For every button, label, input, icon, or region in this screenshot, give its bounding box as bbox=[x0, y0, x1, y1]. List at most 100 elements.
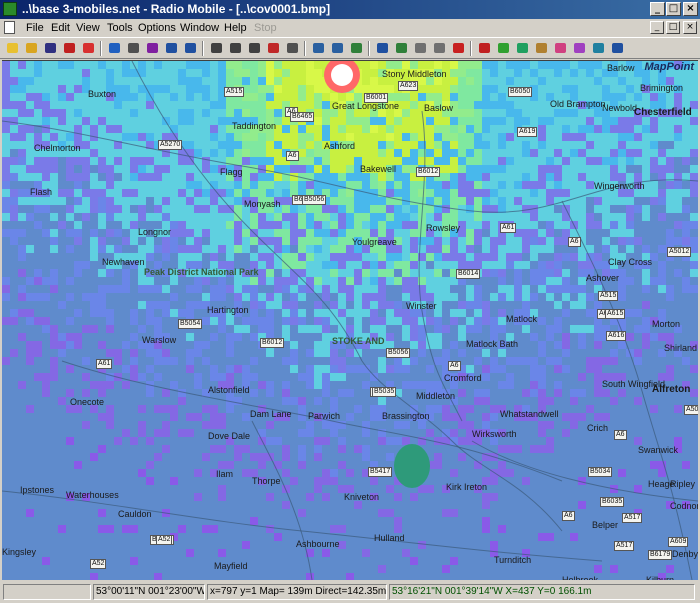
child-minimize-button[interactable]: _ bbox=[650, 21, 664, 34]
coverage-map[interactable]: MapPoint Stony Middleton Barlow Brimington… bbox=[2, 60, 698, 580]
close-button[interactable]: × bbox=[683, 2, 698, 16]
place-label: Onecote bbox=[70, 397, 105, 407]
globe-icon[interactable] bbox=[106, 40, 123, 56]
place-label: Waterhouses bbox=[66, 490, 119, 500]
place-label: Belper bbox=[592, 520, 619, 530]
place-label: Hartington bbox=[207, 305, 249, 315]
menu-options[interactable]: Options bbox=[138, 22, 176, 34]
radio-coverage-icon[interactable] bbox=[495, 40, 512, 56]
place-label: Kingsley bbox=[2, 547, 37, 557]
menu-file[interactable]: File bbox=[26, 22, 44, 34]
place-label: Cauldon bbox=[118, 509, 152, 519]
place-label: Stony Middleton bbox=[382, 69, 447, 79]
road-marker: A619 bbox=[517, 127, 538, 137]
place-label: Barlow bbox=[607, 63, 635, 73]
menu-help[interactable]: Help bbox=[224, 22, 247, 34]
road-marker: A61 bbox=[500, 223, 517, 233]
colour-palette-icon[interactable] bbox=[552, 40, 569, 56]
arrow-left-icon[interactable] bbox=[163, 40, 180, 56]
minimize-button[interactable]: _ bbox=[650, 2, 665, 16]
place-label: Hulland bbox=[374, 533, 405, 543]
menu-stop[interactable]: Stop bbox=[254, 22, 277, 34]
road-marker: A623 bbox=[398, 81, 419, 91]
copy-icon[interactable] bbox=[310, 40, 327, 56]
chart-icon[interactable] bbox=[590, 40, 607, 56]
place-label: Matlock Bath bbox=[466, 339, 519, 349]
new-folder-icon[interactable] bbox=[4, 40, 21, 56]
place-label: Wingerworth bbox=[594, 181, 645, 191]
place-label: Youlgreave bbox=[352, 237, 397, 247]
printer-icon[interactable] bbox=[284, 40, 301, 56]
polar-coverage-icon[interactable] bbox=[514, 40, 531, 56]
place-label: Clay Cross bbox=[608, 257, 653, 267]
road-marker: A609 bbox=[668, 537, 689, 547]
menu-view[interactable]: View bbox=[76, 22, 100, 34]
equalizer-icon[interactable] bbox=[609, 40, 626, 56]
status-bar: 53°00'11"N 001°23'00"W x=797 y=1 Map= 13… bbox=[0, 581, 700, 603]
maximize-button[interactable]: □ bbox=[666, 2, 681, 16]
picture-icon[interactable] bbox=[208, 40, 225, 56]
place-label: Cromford bbox=[444, 373, 482, 383]
document-icon[interactable] bbox=[4, 21, 15, 34]
toolbar-separator bbox=[304, 41, 306, 56]
place-label: Peak District National Park bbox=[144, 267, 259, 277]
place-label: Longnor bbox=[138, 227, 172, 237]
place-label: Dam Lane bbox=[250, 409, 292, 419]
window-title: ..\base 3-mobiles.net - Radio Mobile - [… bbox=[22, 2, 331, 16]
picture-alt-icon[interactable] bbox=[227, 40, 244, 56]
place-label: Dove Dale bbox=[208, 431, 251, 441]
place-label: Chesterfield bbox=[634, 107, 692, 118]
radio-link-icon[interactable] bbox=[476, 40, 493, 56]
road-marker: A6 bbox=[614, 430, 627, 440]
paste-icon[interactable] bbox=[329, 40, 346, 56]
arrow-right-icon[interactable] bbox=[182, 40, 199, 56]
toolbar-separator bbox=[100, 41, 102, 56]
cancel-icon[interactable] bbox=[450, 40, 467, 56]
road-marker: A6 bbox=[448, 361, 461, 371]
network-unit-icon[interactable] bbox=[61, 40, 78, 56]
window-icon[interactable] bbox=[374, 40, 391, 56]
open-folder-icon[interactable] bbox=[23, 40, 40, 56]
place-label: Kirk Ireton bbox=[446, 482, 488, 492]
menu-window[interactable]: Window bbox=[180, 22, 219, 34]
place-label: Shirland bbox=[664, 343, 698, 353]
road-marker: B5056 bbox=[302, 195, 327, 205]
place-label: Old Brampton bbox=[550, 99, 606, 109]
status-reference-coordinates: 53°16'21"N 001°39'14"W X=437 Y=0 166.1m bbox=[389, 584, 695, 600]
antenna-icon[interactable] bbox=[393, 40, 410, 56]
picture-stack-icon[interactable] bbox=[246, 40, 263, 56]
road-marker: A61 bbox=[96, 359, 113, 369]
road-marker: B6001 bbox=[364, 93, 389, 103]
grid-dots-icon[interactable] bbox=[412, 40, 429, 56]
globe-properties-icon[interactable] bbox=[144, 40, 161, 56]
toolbar bbox=[0, 37, 700, 59]
road-marker: A517 bbox=[614, 541, 635, 551]
world-map-icon[interactable] bbox=[125, 40, 142, 56]
place-label: Ipstones bbox=[20, 485, 55, 495]
sphere-icon[interactable] bbox=[571, 40, 588, 56]
child-close-button[interactable]: × bbox=[683, 21, 697, 34]
place-label: Flagg bbox=[220, 167, 243, 177]
road-marker: A6 bbox=[568, 237, 581, 247]
menu-edit[interactable]: Edit bbox=[51, 22, 70, 34]
network-link-icon[interactable] bbox=[80, 40, 97, 56]
hourglass-icon[interactable] bbox=[533, 40, 550, 56]
grid-dots-alt-icon[interactable] bbox=[431, 40, 448, 56]
status-panel-empty bbox=[3, 584, 91, 600]
menu-tools[interactable]: Tools bbox=[107, 22, 133, 34]
save-disk-icon[interactable] bbox=[42, 40, 59, 56]
pdf-icon[interactable] bbox=[265, 40, 282, 56]
terrain-icon[interactable] bbox=[348, 40, 365, 56]
place-label: Parwich bbox=[308, 411, 341, 421]
title-bar[interactable]: ..\base 3-mobiles.net - Radio Mobile - [… bbox=[0, 0, 700, 19]
place-label: Warslow bbox=[142, 335, 177, 345]
road-marker: B5035 bbox=[372, 387, 397, 397]
road-marker: B6050 bbox=[508, 87, 533, 97]
road-marker: A5270 bbox=[158, 140, 183, 150]
child-restore-button[interactable]: □ bbox=[666, 21, 680, 34]
road-marker: B6012 bbox=[260, 338, 285, 348]
app-icon[interactable] bbox=[3, 2, 17, 16]
place-label: Ashford bbox=[324, 141, 356, 151]
place-label: Matlock bbox=[506, 314, 538, 324]
place-label: Crich bbox=[587, 423, 609, 433]
